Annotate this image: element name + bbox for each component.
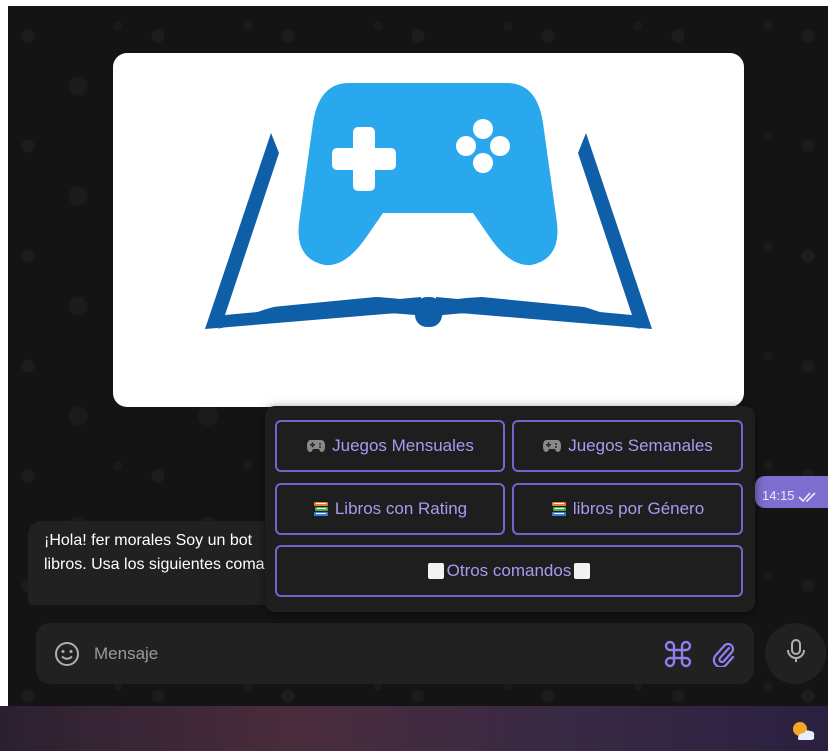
message-input[interactable] [94, 641, 634, 667]
paperclip-icon[interactable] [711, 641, 737, 672]
message-line: ¡Hola! fer morales Soy un bot [44, 532, 253, 549]
books-icon [313, 501, 329, 517]
button-label: Juegos Mensuales [332, 436, 474, 455]
libros-con-rating-button[interactable]: Libros con Rating [275, 483, 505, 535]
button-label: libros por Género [572, 499, 705, 518]
juegos-mensuales-button[interactable]: Juegos Mensuales [275, 420, 505, 472]
double-check-icon [798, 490, 818, 508]
button-label: Libros con Rating [334, 499, 468, 518]
bot-reply-keyboard: Juegos Mensuales Juegos Semanales Libros… [265, 406, 755, 612]
button-label: Otros comandos [446, 561, 572, 580]
command-icon[interactable] [664, 640, 692, 673]
white-square-icon [573, 562, 591, 580]
white-square-icon [427, 562, 445, 580]
gamepad-icon [542, 439, 562, 453]
message-line: libros. Usa los siguientes comandos [44, 556, 266, 573]
bot-logo-image[interactable] [113, 53, 744, 407]
juegos-semanales-button[interactable]: Juegos Semanales [512, 420, 743, 472]
otros-comandos-button[interactable]: Otros comandos [275, 545, 743, 597]
gamepad-book-logo-icon [205, 83, 652, 329]
button-label: Juegos Semanales [568, 436, 713, 455]
emoji-icon[interactable] [54, 641, 80, 672]
taskbar [0, 706, 828, 751]
books-icon [551, 501, 567, 517]
voice-message-button[interactable] [765, 623, 826, 684]
weather-icon[interactable] [790, 719, 816, 748]
received-message-text: ¡Hola! fer morales Soy un bot libros. Us… [44, 529, 266, 577]
libros-por-genero-button[interactable]: libros por Género [512, 483, 743, 535]
microphone-icon [784, 638, 808, 669]
message-time: 14:15 [762, 488, 795, 503]
gamepad-icon [306, 439, 326, 453]
